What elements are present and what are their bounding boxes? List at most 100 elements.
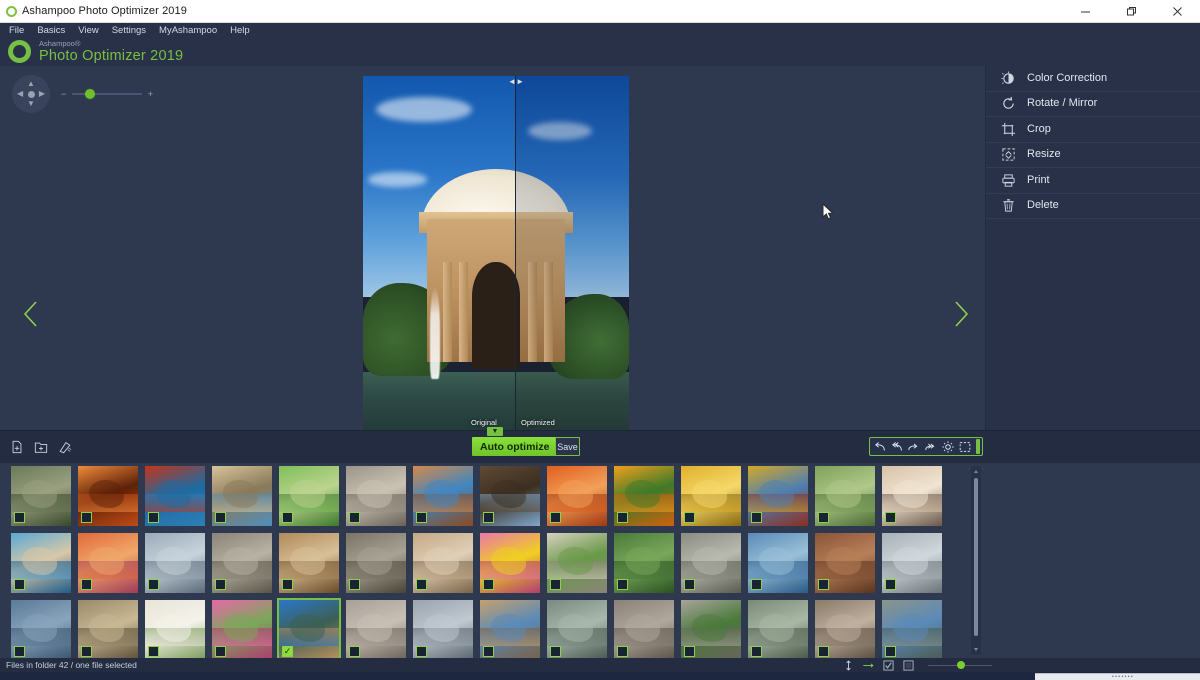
thumbnail-cell[interactable] bbox=[410, 597, 477, 664]
thumbnail-checkbox[interactable] bbox=[148, 579, 159, 590]
thumbnail-checkbox[interactable] bbox=[416, 579, 427, 590]
thumbnail-sunset-beach[interactable] bbox=[78, 533, 138, 593]
minimize-button[interactable] bbox=[1062, 0, 1108, 23]
auto-optimize-label[interactable]: Auto optimize bbox=[472, 437, 558, 456]
brush-icon[interactable] bbox=[57, 439, 73, 455]
scroll-up-arrow[interactable] bbox=[974, 470, 978, 473]
thumbnail-river-rapids[interactable] bbox=[748, 600, 808, 660]
thumbnail-checkbox[interactable] bbox=[684, 512, 695, 523]
thumbnail-cell[interactable] bbox=[142, 597, 209, 664]
sidebar-item-rotate-mirror[interactable]: Rotate / Mirror bbox=[986, 92, 1200, 117]
thumbnail-cell[interactable] bbox=[75, 530, 142, 597]
thumbnail-checkbox[interactable] bbox=[818, 646, 829, 657]
thumbnail-cell[interactable] bbox=[812, 463, 879, 530]
menu-item-settings[interactable]: Settings bbox=[112, 25, 146, 36]
thumbnail-village-fields[interactable] bbox=[815, 466, 875, 526]
thumbnail-cell[interactable] bbox=[276, 530, 343, 597]
thumbnail-checkbox[interactable] bbox=[282, 512, 293, 523]
thumbnail-cell[interactable] bbox=[75, 597, 142, 664]
thumbnail-harbor-town[interactable] bbox=[212, 466, 272, 526]
next-image-button[interactable] bbox=[944, 297, 978, 331]
menu-item-file[interactable]: File bbox=[9, 25, 24, 36]
thumbnail-rusty-truck[interactable] bbox=[346, 533, 406, 593]
thumbnail-checkbox[interactable] bbox=[550, 512, 561, 523]
thumbnail-checkbox[interactable] bbox=[885, 579, 896, 590]
thumbnail-stone-statue[interactable] bbox=[681, 533, 741, 593]
scroll-down-arrow[interactable] bbox=[974, 648, 978, 651]
thumbnail-checkbox[interactable] bbox=[483, 579, 494, 590]
thumbnail-cell[interactable] bbox=[879, 530, 946, 597]
thumbnail-dog-portrait[interactable] bbox=[413, 533, 473, 593]
thumbnail-checkbox[interactable] bbox=[416, 646, 427, 657]
split-handle-right-arrow[interactable]: ► bbox=[516, 78, 524, 86]
thumbnail-canyon-rock[interactable] bbox=[547, 466, 607, 526]
thumbnail-cell[interactable] bbox=[678, 463, 745, 530]
thumbnail-stone-lion[interactable] bbox=[212, 533, 272, 593]
thumbnail-cell[interactable] bbox=[678, 597, 745, 664]
thumbnail-desert-plain[interactable] bbox=[480, 600, 540, 660]
thumbnail-cell[interactable] bbox=[209, 530, 276, 597]
add-folder-icon[interactable] bbox=[33, 439, 49, 455]
thumbnail-palace-of-fine-arts[interactable] bbox=[277, 598, 341, 662]
thumbnail-salt-flats[interactable] bbox=[145, 533, 205, 593]
thumbnail-checkbox[interactable] bbox=[818, 512, 829, 523]
thumbnail-checkbox[interactable] bbox=[416, 512, 427, 523]
thumbnail-checkbox[interactable] bbox=[349, 579, 360, 590]
thumbnail-checkbox[interactable] bbox=[684, 646, 695, 657]
thumbnail-sandstone-arch[interactable] bbox=[413, 466, 473, 526]
undo-icon[interactable] bbox=[872, 438, 888, 455]
previous-image-button[interactable] bbox=[14, 297, 48, 331]
thumbnail-checkbox[interactable] bbox=[148, 646, 159, 657]
thumbnail-checkbox[interactable] bbox=[550, 646, 561, 657]
menu-item-myashampoo[interactable]: MyAshampoo bbox=[159, 25, 217, 36]
thumbnail-checkbox[interactable] bbox=[282, 579, 293, 590]
zoom-slider[interactable]: − + bbox=[61, 87, 153, 101]
close-button[interactable] bbox=[1154, 0, 1200, 23]
thumbnail-colonnade[interactable] bbox=[547, 533, 607, 593]
thumbnail-pink-blossoms[interactable] bbox=[212, 600, 272, 660]
thumbnail-checkbox[interactable] bbox=[818, 579, 829, 590]
thumbnail-cell[interactable] bbox=[410, 530, 477, 597]
sidebar-item-resize[interactable]: Resize bbox=[986, 143, 1200, 168]
thumbnail-cell[interactable] bbox=[879, 597, 946, 664]
thumbnail-checkbox[interactable] bbox=[550, 579, 561, 590]
thumbnail-scrollbar[interactable] bbox=[971, 466, 981, 655]
thumbnail-checkbox[interactable] bbox=[215, 512, 226, 523]
thumbnail-marigold-flowers[interactable] bbox=[614, 466, 674, 526]
thumbnail-boulder-field[interactable] bbox=[681, 600, 741, 660]
redo-all-icon[interactable] bbox=[923, 438, 939, 455]
thumbnail-cell[interactable] bbox=[611, 463, 678, 530]
thumbnail-longtail-boats[interactable] bbox=[11, 533, 71, 593]
thumbnail-red-palm-beach[interactable] bbox=[145, 466, 205, 526]
thumbnail-cell[interactable] bbox=[209, 463, 276, 530]
pan-center-dot[interactable] bbox=[27, 90, 35, 98]
auto-optimize-button[interactable]: Auto optimize ▾ bbox=[472, 437, 566, 456]
compare-split-badge[interactable]: ▼ bbox=[487, 427, 503, 436]
thumbnail-cell[interactable] bbox=[343, 597, 410, 664]
resize-vertical-icon[interactable] bbox=[842, 659, 854, 671]
thumbnail-cell[interactable] bbox=[879, 463, 946, 530]
thumbnail-cell[interactable] bbox=[209, 597, 276, 664]
thumbnail-white-roses[interactable] bbox=[145, 600, 205, 660]
gear-icon[interactable] bbox=[940, 438, 956, 455]
resize-horizontal-icon[interactable] bbox=[862, 659, 874, 671]
thumbnail-cell[interactable] bbox=[276, 463, 343, 530]
thumbnail-cell[interactable] bbox=[8, 530, 75, 597]
check-all-icon[interactable] bbox=[882, 659, 894, 671]
pan-down-arrow[interactable]: ▼ bbox=[27, 100, 35, 108]
thumbnail-pink-anemone[interactable] bbox=[480, 533, 540, 593]
thumbnail-cell[interactable] bbox=[343, 463, 410, 530]
thumbnail-cell[interactable] bbox=[343, 530, 410, 597]
thumbnail-checkbox[interactable] bbox=[14, 579, 25, 590]
thumbnail-checkbox[interactable] bbox=[14, 512, 25, 523]
pan-up-arrow[interactable]: ▲ bbox=[27, 80, 35, 88]
thumbnail-tall-waterfall[interactable] bbox=[815, 600, 875, 660]
thumbnail-cell[interactable] bbox=[8, 597, 75, 664]
thumbnail-checkbox[interactable] bbox=[282, 646, 293, 657]
image-canvas[interactable]: ◄ ► Original Optimized bbox=[363, 76, 629, 433]
thumbnail-cell[interactable] bbox=[544, 597, 611, 664]
thumbnail-checkbox[interactable] bbox=[81, 646, 92, 657]
thumbnail-checkbox[interactable] bbox=[885, 646, 896, 657]
sidebar-item-print[interactable]: Print bbox=[986, 168, 1200, 194]
thumbnail-cell[interactable] bbox=[477, 463, 544, 530]
